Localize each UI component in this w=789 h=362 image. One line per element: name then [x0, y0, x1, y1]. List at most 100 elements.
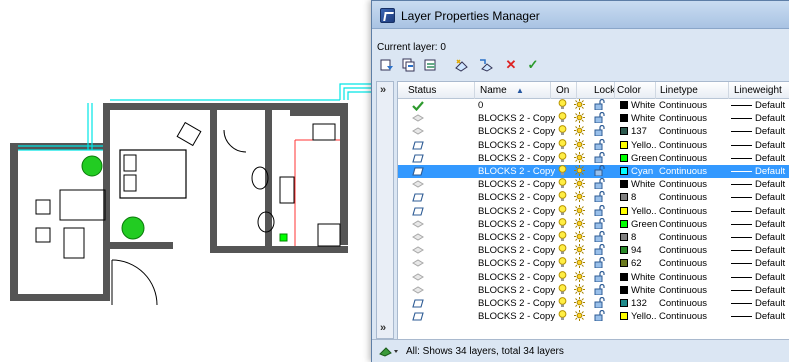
layer-row[interactable]: BLOCKS 2 - Copy White Continuous Default — [398, 178, 789, 191]
layer-row[interactable]: 0 White Continuous Default — [398, 98, 789, 113]
sun-thawed-icon[interactable] — [574, 231, 585, 245]
layer-color-name[interactable]: Green — [631, 219, 657, 230]
color-swatch[interactable] — [620, 114, 628, 123]
color-swatch[interactable] — [620, 206, 628, 215]
layer-lineweight[interactable]: Default — [755, 206, 785, 217]
column-header-color[interactable]: Color — [617, 85, 641, 96]
layer-status-empty-icon[interactable] — [412, 154, 424, 166]
layer-states-icon[interactable] — [422, 56, 440, 74]
layer-status-used-icon[interactable] — [412, 114, 424, 125]
lightbulb-on-icon[interactable] — [558, 151, 567, 166]
color-swatch[interactable] — [620, 193, 628, 202]
layer-linetype[interactable]: Continuous — [659, 113, 707, 124]
color-swatch[interactable] — [620, 312, 628, 321]
layer-row[interactable]: BLOCKS 2 - Copy White Continuous Default — [398, 283, 789, 298]
layer-color-name[interactable]: Cyan — [631, 166, 653, 177]
layer-row[interactable]: BLOCKS 2 - Copy 137 Continuous Default — [398, 125, 789, 138]
layer-color-name[interactable]: 8 — [631, 192, 636, 203]
layer-name[interactable]: BLOCKS 2 - Copy — [478, 113, 555, 124]
layer-color-name[interactable]: Green — [631, 153, 657, 164]
unlocked-icon[interactable] — [594, 112, 605, 126]
layer-name[interactable]: BLOCKS 2 - Copy — [478, 126, 555, 137]
sun-thawed-icon[interactable] — [574, 297, 585, 311]
layer-lineweight[interactable]: Default — [755, 219, 785, 230]
color-swatch[interactable] — [620, 299, 628, 307]
new-property-filter-icon[interactable] — [378, 56, 396, 74]
lightbulb-on-icon[interactable] — [558, 112, 567, 126]
lightbulb-on-icon[interactable] — [558, 138, 567, 153]
color-swatch[interactable] — [620, 167, 628, 175]
layer-row[interactable]: BLOCKS 2 - Copy 94 Continuous Default — [398, 244, 789, 257]
layer-status-used-icon[interactable] — [412, 233, 424, 244]
unlocked-icon[interactable] — [594, 191, 605, 205]
lightbulb-on-icon[interactable] — [558, 217, 567, 232]
color-swatch[interactable] — [620, 219, 628, 228]
layer-lineweight[interactable]: Default — [755, 258, 785, 269]
layer-linetype[interactable]: Continuous — [659, 285, 707, 296]
column-header-status[interactable]: Status — [408, 85, 436, 96]
layer-status-empty-icon[interactable] — [412, 167, 424, 179]
column-header-linetype[interactable]: Linetype — [660, 85, 698, 96]
layer-row[interactable]: BLOCKS 2 - Copy 8 Continuous Default — [398, 191, 789, 204]
expand-filter-tree-bottom-icon[interactable]: » — [380, 322, 386, 334]
layer-name[interactable]: BLOCKS 2 - Copy — [478, 272, 555, 283]
sun-thawed-icon[interactable] — [574, 204, 585, 219]
layer-status-empty-icon[interactable] — [412, 141, 424, 153]
layer-status-empty-icon[interactable] — [412, 193, 424, 205]
layer-status-used-icon[interactable] — [412, 220, 424, 231]
delete-layer-icon[interactable]: ✕ — [502, 56, 520, 74]
layer-lineweight[interactable]: Default — [755, 113, 785, 124]
column-header-lineweight[interactable]: Lineweight — [734, 85, 782, 96]
layer-color-name[interactable]: White — [631, 113, 655, 124]
layer-lineweight[interactable]: Default — [755, 311, 785, 322]
unlocked-icon[interactable] — [594, 244, 605, 258]
lightbulb-on-icon[interactable] — [558, 204, 567, 219]
color-swatch[interactable] — [620, 140, 628, 149]
layer-color-name[interactable]: 94 — [631, 245, 642, 256]
lightbulb-on-icon[interactable] — [558, 178, 567, 192]
layer-name[interactable]: BLOCKS 2 - Copy — [478, 311, 555, 322]
color-swatch[interactable] — [620, 127, 628, 136]
layer-name[interactable]: BLOCKS 2 - Copy — [478, 153, 555, 164]
layer-lineweight[interactable]: Default — [755, 140, 785, 151]
layer-lineweight[interactable]: Default — [755, 245, 785, 256]
layer-color-name[interactable]: White — [631, 285, 655, 296]
lightbulb-on-icon[interactable] — [558, 165, 567, 179]
new-layer-vp-frozen-icon[interactable] — [476, 56, 494, 74]
layer-color-name[interactable]: 137 — [631, 126, 647, 137]
lightbulb-on-icon[interactable] — [558, 244, 567, 258]
lightbulb-on-icon[interactable] — [558, 297, 567, 311]
unlocked-icon[interactable] — [594, 257, 605, 271]
unlocked-icon[interactable] — [594, 204, 605, 219]
sun-thawed-icon[interactable] — [574, 283, 585, 298]
unlocked-icon[interactable] — [594, 178, 605, 192]
layer-row[interactable]: BLOCKS 2 - Copy Cyan Continuous Default — [398, 164, 789, 179]
sun-thawed-icon[interactable] — [574, 138, 585, 153]
layer-linetype[interactable]: Continuous — [659, 311, 707, 322]
layer-linetype[interactable]: Continuous — [659, 206, 707, 217]
sun-thawed-icon[interactable] — [574, 310, 585, 324]
unlocked-icon[interactable] — [594, 230, 605, 245]
color-swatch[interactable] — [620, 233, 628, 241]
layer-color-name[interactable]: Yello.. — [631, 140, 657, 151]
layer-linetype[interactable]: Continuous — [659, 179, 707, 190]
layer-linetype[interactable]: Continuous — [659, 153, 707, 164]
sun-thawed-icon[interactable] — [574, 244, 585, 258]
layer-color-name[interactable]: 62 — [631, 258, 642, 269]
layer-status-used-icon[interactable] — [412, 246, 424, 257]
layer-status-used-icon[interactable] — [412, 273, 424, 284]
unlocked-icon[interactable] — [594, 270, 605, 285]
column-header-name[interactable]: Name — [480, 85, 507, 96]
sun-thawed-icon[interactable] — [574, 99, 585, 113]
layer-color-name[interactable]: Yello.. — [631, 311, 657, 322]
color-swatch[interactable] — [620, 153, 628, 162]
sun-thawed-icon[interactable] — [574, 178, 585, 192]
color-swatch[interactable] — [620, 259, 628, 268]
layer-color-name[interactable]: White — [631, 272, 655, 283]
layer-linetype[interactable]: Continuous — [659, 272, 707, 283]
layer-name[interactable]: BLOCKS 2 - Copy — [478, 179, 555, 190]
layer-row[interactable]: BLOCKS 2 - Copy Yello.. Continuous Default — [398, 138, 789, 153]
layer-linetype[interactable]: Continuous — [659, 298, 707, 309]
unlocked-icon[interactable] — [594, 310, 605, 324]
layer-status-empty-icon[interactable] — [412, 299, 424, 311]
